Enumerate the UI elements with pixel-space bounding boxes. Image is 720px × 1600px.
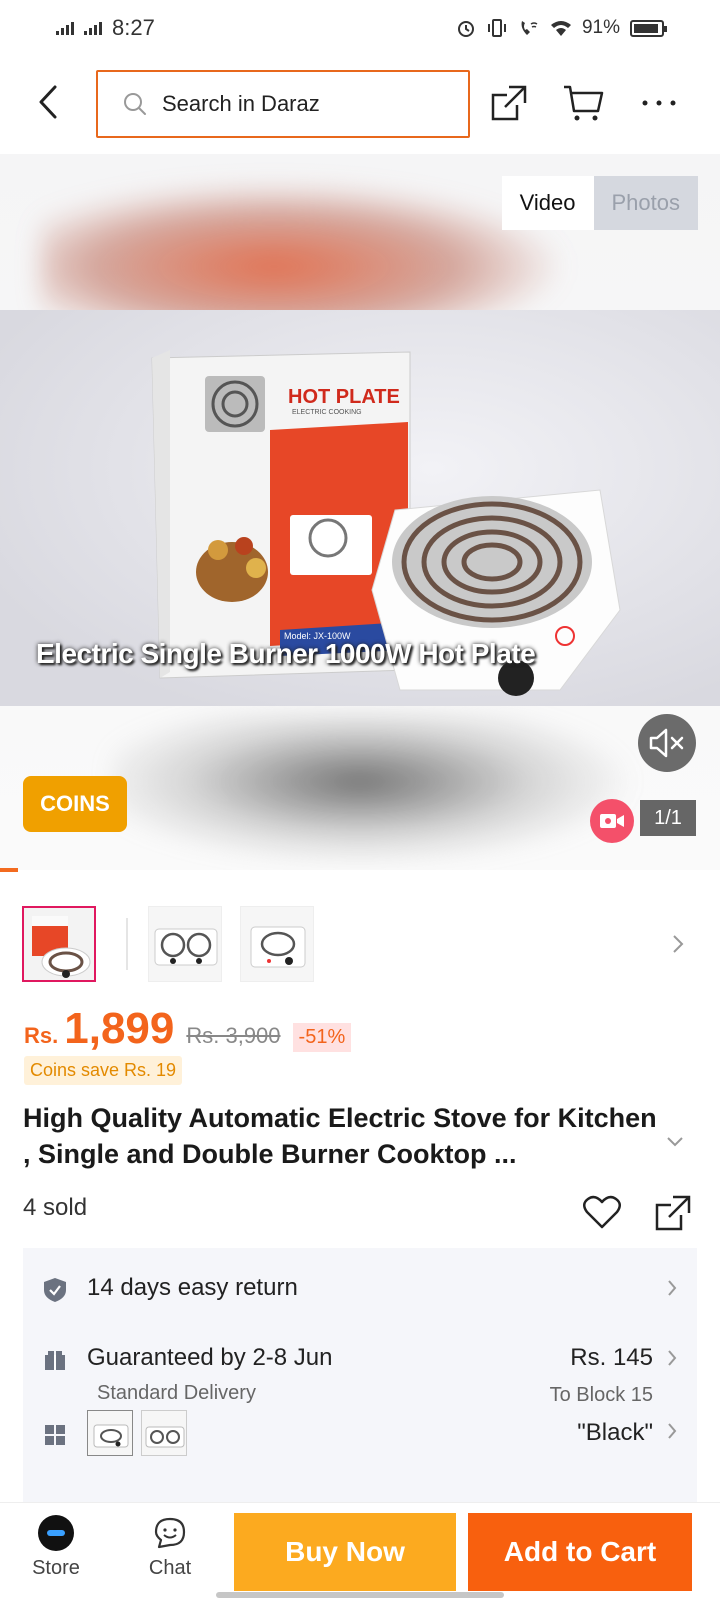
chevron-right-icon <box>673 935 684 953</box>
box-sub: ELECTRIC COOKING <box>292 409 362 416</box>
mute-button[interactable] <box>638 714 696 772</box>
status-bar: 8:27 91% <box>0 0 720 56</box>
signal-icon-2 <box>84 21 102 35</box>
battery-icon <box>630 19 667 37</box>
video-caption: Electric Single Burner 1000W Hot Plate <box>36 638 536 669</box>
chevron-down-icon <box>667 1137 683 1147</box>
price-row: Rs. 1,899 Rs. 3,900 -51% <box>24 1004 352 1054</box>
info-panel: 14 days easy return Guaranteed by 2-8 Ju… <box>23 1248 697 1512</box>
box-brand: HOT PLATE <box>288 386 400 408</box>
video-indicator <box>590 799 634 843</box>
product-share-button[interactable] <box>652 1192 694 1234</box>
variant-image-2 <box>142 1411 186 1455</box>
thumbnail-strip <box>0 906 720 982</box>
tab-video[interactable]: Video <box>501 176 594 230</box>
delivery-fee: Rs. 145 <box>570 1344 653 1371</box>
status-left: 8:27 <box>56 15 155 41</box>
price-currency: Rs. <box>24 1023 59 1048</box>
grid-icon <box>43 1423 67 1447</box>
media-progress-fill <box>0 868 18 872</box>
back-button[interactable] <box>30 84 66 120</box>
coins-badge[interactable]: COINS <box>23 776 127 832</box>
delivery-row[interactable]: Guaranteed by 2-8 Jun Standard Delivery … <box>23 1344 697 1407</box>
discount-badge: -51% <box>292 1023 352 1052</box>
battery-percent: 91% <box>581 17 620 38</box>
cart-icon <box>564 85 604 121</box>
variant-image <box>88 1411 132 1455</box>
vibrate-icon <box>487 19 506 37</box>
media-gallery[interactable]: Video Photos HOT PLATE ELECTRIC COOKING … <box>0 154 720 870</box>
chat-icon <box>130 1511 210 1555</box>
delivery-destination: To Block 15 <box>549 1384 653 1406</box>
status-time: 8:27 <box>112 15 155 40</box>
thumbnails-next[interactable] <box>672 930 684 961</box>
chat-label: Chat <box>148 1557 192 1579</box>
price-current: 1,899 <box>64 1004 175 1053</box>
buy-now-button[interactable]: Buy Now <box>234 1513 456 1591</box>
share-icon-2 <box>655 1195 691 1231</box>
store-logo <box>38 1515 74 1551</box>
media-tabs: Video Photos <box>501 176 698 230</box>
store-button[interactable]: Store <box>16 1511 96 1580</box>
header <box>0 68 720 138</box>
speaker-muted-icon <box>649 728 684 758</box>
thumbnail-double-burner[interactable] <box>148 906 222 982</box>
search-icon <box>124 93 146 115</box>
store-label: Store <box>32 1557 80 1579</box>
heart-icon <box>583 1195 621 1229</box>
thumbnail-divider <box>126 918 128 970</box>
product-title: High Quality Automatic Electric Stove fo… <box>23 1103 657 1169</box>
wishlist-button[interactable] <box>580 1190 624 1234</box>
title-expand[interactable] <box>666 1128 684 1154</box>
thumbnail-image <box>24 908 94 980</box>
home-indicator[interactable] <box>216 1592 504 1598</box>
delivery-guarantee: Guaranteed by 2-8 Jun <box>87 1344 333 1371</box>
chevron-right-icon <box>667 1276 677 1304</box>
chat-button[interactable]: Chat <box>130 1511 210 1580</box>
variant-label: "Black" <box>577 1419 653 1446</box>
search-input[interactable] <box>162 91 432 117</box>
thumbnail-single-burner[interactable] <box>240 906 314 982</box>
wifi-icon <box>550 21 571 36</box>
delivery-fee-group: Rs. 145 To Block 15 <box>550 1344 653 1407</box>
delivery-text-group: Guaranteed by 2-8 Jun Standard Delivery <box>87 1344 333 1405</box>
cart-button[interactable] <box>562 82 604 124</box>
blurred-background-bottom <box>110 714 630 864</box>
delivery-box-icon <box>43 1348 67 1372</box>
variant-thumb-2[interactable] <box>141 1410 187 1456</box>
thumbnail-image-2 <box>149 907 221 981</box>
sold-count: 4 sold <box>23 1194 88 1221</box>
chevron-right-icon <box>667 1419 677 1447</box>
chevron-right-icon <box>667 1346 677 1374</box>
more-icon <box>642 100 676 106</box>
share-button[interactable] <box>488 82 530 124</box>
bottom-action-bar: Store Chat Buy Now Add to Cart <box>0 1502 720 1600</box>
variant-thumb-black[interactable] <box>87 1410 133 1456</box>
search-box[interactable] <box>96 70 470 138</box>
coins-save-badge: Coins save Rs. 19 <box>24 1056 183 1085</box>
product-video[interactable]: HOT PLATE ELECTRIC COOKING Model: JX-100… <box>0 310 720 706</box>
media-counter: 1/1 <box>640 800 696 836</box>
tab-photos[interactable]: Photos <box>593 176 698 230</box>
variant-row[interactable]: "Black" <box>23 1410 697 1456</box>
shield-check-icon <box>43 1278 67 1302</box>
video-camera-icon <box>600 814 624 828</box>
signal-icon <box>56 21 74 35</box>
add-to-cart-button[interactable]: Add to Cart <box>468 1513 692 1591</box>
store-icon <box>16 1511 96 1555</box>
media-progress <box>0 868 720 872</box>
return-policy-row[interactable]: 14 days easy return <box>23 1274 697 1302</box>
thumbnail-single-burner-box[interactable] <box>22 906 96 982</box>
call-wifi-icon <box>521 21 538 35</box>
status-right: 91% <box>456 17 667 39</box>
delivery-type: Standard Delivery <box>97 1382 256 1404</box>
more-button[interactable] <box>638 82 680 124</box>
share-icon <box>491 85 527 121</box>
thumbnail-image-3 <box>241 907 313 981</box>
back-arrow-icon <box>39 85 57 119</box>
price-original: Rs. 3,900 <box>186 1023 281 1048</box>
return-text: 14 days easy return <box>87 1274 298 1301</box>
alarm-icon <box>457 21 474 37</box>
